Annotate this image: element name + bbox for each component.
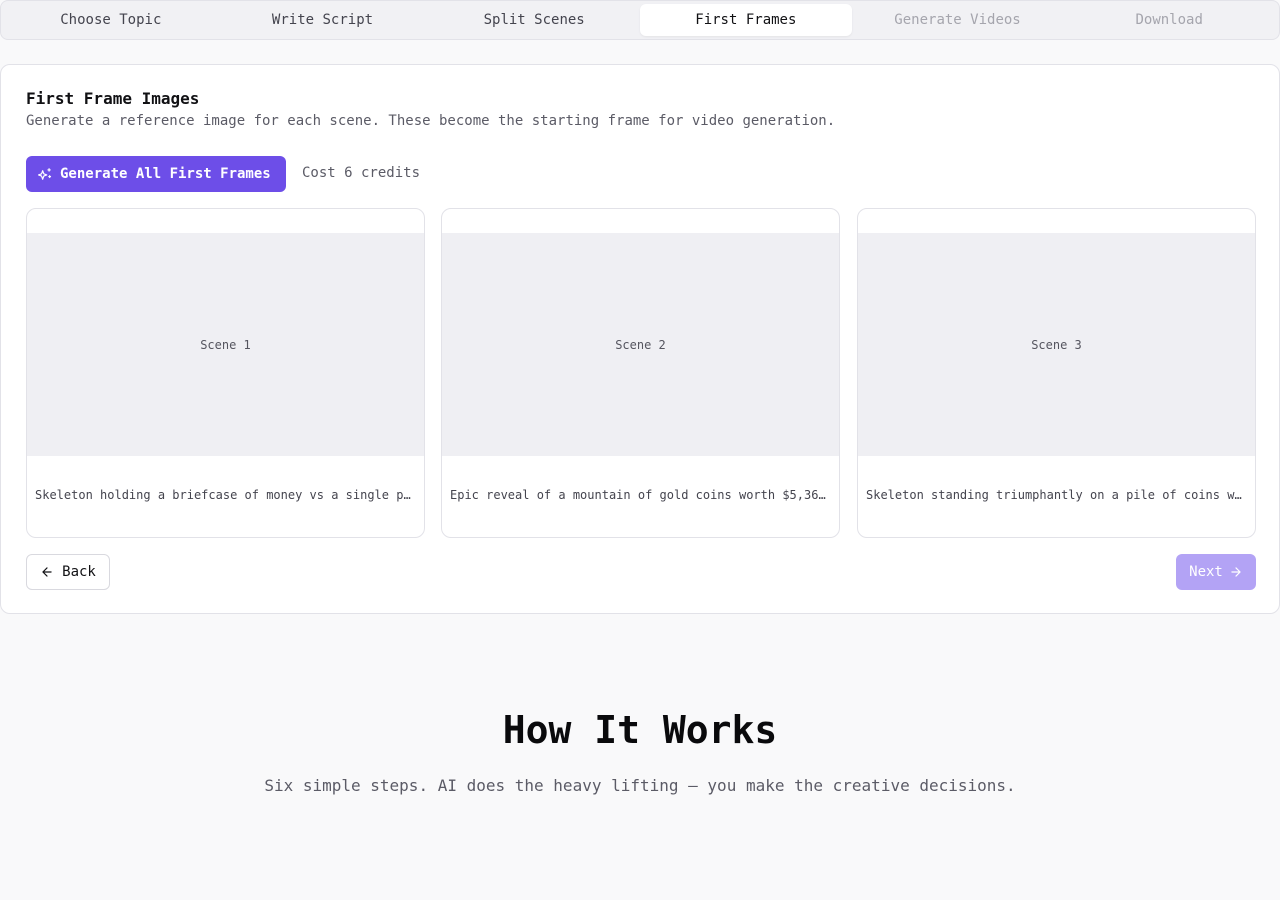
first-frames-panel: First Frame Images Generate a reference … [0, 64, 1280, 614]
step-tabs: Choose Topic Write Script Split Scenes F… [0, 0, 1280, 40]
scene-card-3[interactable]: Scene 3 Skeleton standing triumphantly o… [857, 208, 1256, 538]
generate-all-label: Generate All First Frames [60, 166, 271, 182]
arrow-right-icon [1229, 565, 1243, 579]
scene-1-thumbnail: Scene 1 [27, 233, 424, 456]
sparkles-icon [38, 167, 52, 181]
tab-first-frames[interactable]: First Frames [640, 4, 852, 36]
panel-subtitle: Generate a reference image for each scen… [26, 113, 836, 129]
generate-all-first-frames-button[interactable]: Generate All First Frames [26, 156, 286, 192]
scene-2-description: Epic reveal of a mountain of gold coins … [450, 488, 829, 502]
next-button[interactable]: Next [1176, 554, 1256, 590]
scene-2-thumbnail: Scene 2 [442, 233, 839, 456]
tab-write-script[interactable]: Write Script [217, 4, 429, 36]
next-label: Next [1189, 564, 1223, 580]
tab-download: Download [1135, 12, 1203, 28]
tab-choose-topic[interactable]: Choose Topic [5, 4, 217, 36]
how-it-works-title: How It Works [502, 708, 778, 752]
scene-card-1[interactable]: Scene 1 Skeleton holding a briefcase of … [26, 208, 425, 538]
scene-card-2[interactable]: Scene 2 Epic reveal of a mountain of gol… [441, 208, 840, 538]
tab-split-scenes[interactable]: Split Scenes [428, 4, 640, 36]
credit-cost-text: Cost 6 credits [302, 165, 421, 181]
back-label: Back [62, 564, 96, 580]
scene-3-description: Skeleton standing triumphantly on a pile… [866, 488, 1245, 502]
back-button[interactable]: Back [26, 554, 110, 590]
tab-generate-videos: Generate Videos [894, 12, 1021, 28]
scene-1-description: Skeleton holding a briefcase of money vs… [35, 488, 414, 502]
how-it-works-subtitle: Six simple steps. AI does the heavy lift… [264, 776, 1016, 795]
scene-3-thumbnail: Scene 3 [858, 233, 1255, 456]
panel-title: First Frame Images [26, 89, 200, 108]
arrow-left-icon [40, 565, 54, 579]
